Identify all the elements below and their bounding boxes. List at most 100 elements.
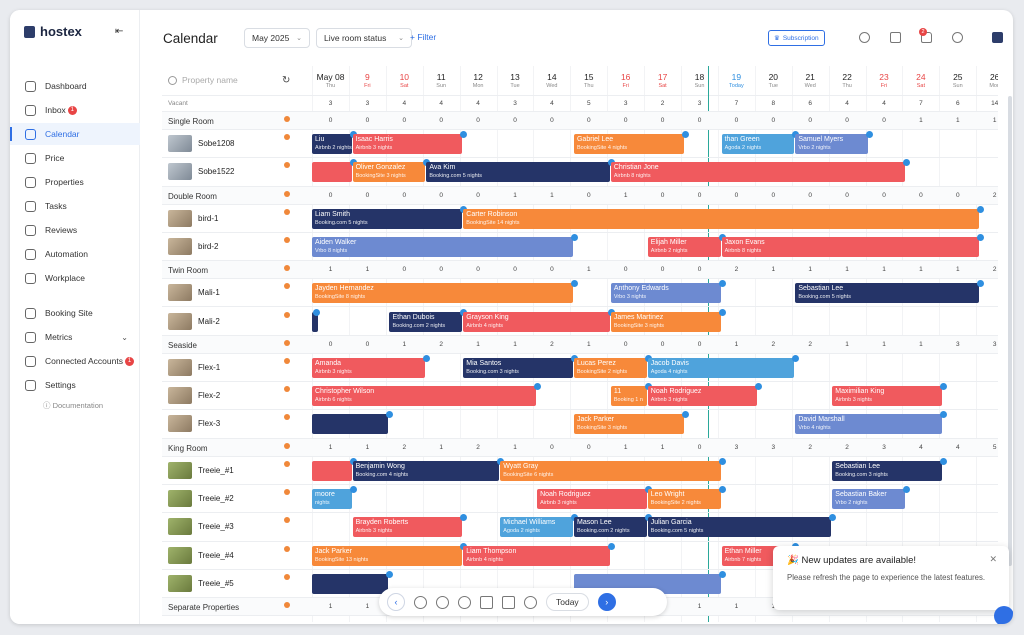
next-button[interactable]: › [597, 593, 616, 611]
collapse-sidebar-icon[interactable]: ⇤ [115, 26, 123, 37]
account-icon[interactable] [992, 32, 1003, 43]
property-name[interactable]: bird-1 [198, 214, 218, 223]
day-header[interactable]: 13 Tue [497, 66, 534, 96]
eye-icon[interactable] [414, 595, 427, 609]
prev-button[interactable]: ‹ [387, 593, 405, 611]
booking-bar[interactable]: Leo Wright BookingSite 2 nights [647, 489, 721, 509]
chat-icon[interactable] [994, 606, 1013, 624]
booking-bar[interactable]: Maximilian King Airbnb 3 nights [832, 386, 942, 407]
booking-bar[interactable]: Aiden Walker Vrbo 8 nights [312, 236, 573, 257]
booking-bar[interactable]: Liam Smith Booking.com 5 nights [312, 208, 463, 229]
booking-bar[interactable]: Ava Kim Booking.com 5 nights [426, 162, 610, 183]
day-header[interactable]: 20 Tue [755, 66, 792, 96]
booking-bar[interactable]: Benjamin Wong Booking.com 4 nights [352, 460, 500, 481]
search-icon[interactable] [524, 595, 537, 609]
edit-icon[interactable] [890, 32, 901, 43]
booking-bar[interactable] [312, 573, 389, 594]
documentation-link[interactable]: ⓘ Documentation [43, 400, 103, 411]
property-name[interactable]: Flex-1 [198, 363, 220, 372]
today-button[interactable]: Today [546, 593, 589, 611]
property-name[interactable]: Flex-3 [198, 419, 220, 428]
booking-bar[interactable]: Anthony Edwards Vrbo 3 nights [610, 283, 721, 304]
booking-bar[interactable]: Mia Santos Booking.com 3 nights [463, 357, 573, 378]
day-header[interactable]: May 08 Thu [312, 66, 349, 96]
booking-bar[interactable]: Sebastian Lee Booking.com 5 nights [795, 283, 979, 304]
booking-bar[interactable]: Noah Rodriguez Airbnb 3 nights [647, 386, 758, 407]
day-header[interactable]: 23 Fri [866, 66, 903, 96]
booking-bar[interactable]: Jack Parker BookingSite 3 nights [573, 414, 684, 435]
property-name[interactable]: Mali-1 [198, 288, 220, 297]
day-header[interactable]: 22 Thu [829, 66, 866, 96]
sidebar-item-metrics[interactable]: Metrics ⌄ [10, 326, 140, 348]
sidebar-item-settings[interactable]: Settings [10, 374, 140, 396]
property-name[interactable]: Mali-2 [198, 317, 220, 326]
sidebar-item-tasks[interactable]: Tasks [10, 195, 140, 217]
day-header[interactable]: 11 Sun [423, 66, 460, 96]
sidebar-item-price[interactable]: Price [10, 147, 140, 169]
property-name[interactable]: Treeie_#2 [198, 494, 234, 503]
day-header[interactable]: 24 Sat [902, 66, 939, 96]
booking-bar[interactable]: Oliver Gonzalez BookingSite 3 nights [352, 162, 426, 183]
booking-bar[interactable]: moore nights [312, 489, 352, 509]
booking-bar[interactable]: Lucas Perez BookingSite 2 nights [573, 357, 647, 378]
property-name[interactable]: Sobe1208 [198, 139, 234, 148]
booking-bar[interactable]: Christopher Wilson Airbnb 6 nights [312, 386, 537, 407]
day-header[interactable]: 10 Sat [386, 66, 423, 96]
booking-bar[interactable]: than Green Agoda 2 nights [721, 134, 795, 154]
month-select[interactable]: May 2025 ⌄ [244, 28, 310, 48]
property-name[interactable]: bird-2 [198, 242, 218, 251]
booking-bar[interactable]: Jacob Davis Agoda 4 nights [647, 357, 795, 378]
booking-bar[interactable]: Samuel Myers Vrbo 2 nights [795, 134, 869, 154]
day-header[interactable]: 14 Wed [533, 66, 570, 96]
property-name[interactable]: Flex-2 [198, 391, 220, 400]
sidebar-item-connected-accounts[interactable]: Connected Accounts 1 [10, 350, 140, 372]
booking-bar[interactable]: Mason Lee Booking.com 2 nights [573, 517, 647, 538]
share-icon[interactable] [436, 595, 449, 609]
booking-bar[interactable]: Liu Airbnb 2 nights [312, 134, 352, 154]
booking-bar[interactable] [312, 414, 389, 435]
day-header[interactable]: 21 Wed [792, 66, 829, 96]
property-name[interactable]: Treeie_#1 [198, 466, 234, 475]
card-icon[interactable] [480, 595, 493, 609]
clock-icon[interactable] [859, 32, 870, 43]
refresh-icon[interactable]: ↻ [282, 75, 290, 86]
sidebar-item-inbox[interactable]: Inbox 1 [10, 99, 140, 121]
property-name[interactable]: Treeie_#3 [198, 522, 234, 531]
booking-bar[interactable]: Ethan Dubois Booking.com 2 nights [389, 311, 463, 332]
close-icon[interactable]: ✕ [989, 554, 997, 565]
booking-bar[interactable]: James Martinez BookingSite 3 nights [610, 311, 721, 332]
day-header[interactable]: 16 Fri [607, 66, 644, 96]
booking-bar[interactable]: Julian Garcia Booking.com 5 nights [647, 517, 832, 538]
day-header[interactable]: 15 Thu [570, 66, 607, 96]
booking-bar[interactable]: 11 Booking 1 n [610, 386, 647, 407]
day-header[interactable]: 26Mon [976, 66, 998, 96]
sidebar-item-workplace[interactable]: Workplace [10, 267, 140, 289]
subscription-button[interactable]: ♛ Subscription [768, 30, 825, 46]
booking-bar[interactable]: Noah Rodriguez Airbnb 3 nights [537, 489, 647, 509]
sidebar-item-properties[interactable]: Properties [10, 171, 140, 193]
booking-bar[interactable]: Amanda Airbnb 3 nights [312, 357, 426, 378]
add-filter-button[interactable]: + Filter [410, 32, 436, 42]
status-select[interactable]: Live room status ⌄ [316, 28, 412, 48]
app-logo[interactable]: hostex [24, 24, 82, 39]
booking-bar[interactable]: David Marshall Vrbo 4 nights [795, 414, 942, 435]
globe-icon[interactable] [952, 32, 963, 43]
sidebar-item-automation[interactable]: Automation [10, 243, 140, 265]
day-header[interactable]: 17 Sat [644, 66, 681, 96]
booking-bar[interactable]: Jack Parker BookingSite 13 nights [312, 545, 463, 566]
booking-bar[interactable] [312, 460, 352, 481]
booking-bar[interactable]: Grayson King Airbnb 4 nights [463, 311, 610, 332]
booking-bar[interactable]: Liam Thompson Airbnb 4 nights [463, 545, 610, 566]
booking-bar[interactable]: Christian Jone Airbnb 8 nights [610, 162, 906, 183]
booking-bar[interactable]: Jaxon Evans Airbnb 8 nights [721, 236, 979, 257]
booking-bar[interactable]: Jayden Hernandez BookingSite 8 nights [312, 283, 573, 304]
calendar-settings-icon[interactable] [502, 595, 515, 609]
day-header[interactable]: 18 Sun [681, 66, 718, 96]
booking-bar[interactable]: Elijah Miller Airbnb 2 nights [647, 236, 721, 257]
sidebar-item-reviews[interactable]: Reviews [10, 219, 140, 241]
booking-bar[interactable]: Michael Williams Agoda 2 nights [500, 517, 573, 538]
vertical-scrollbar[interactable] [1008, 96, 1012, 566]
day-header[interactable]: 19 Today [718, 66, 755, 96]
booking-bar[interactable]: Brayden Roberts Airbnb 3 nights [352, 517, 463, 538]
booking-bar[interactable]: Carter Robinson BookingSite 14 nights [463, 208, 979, 229]
